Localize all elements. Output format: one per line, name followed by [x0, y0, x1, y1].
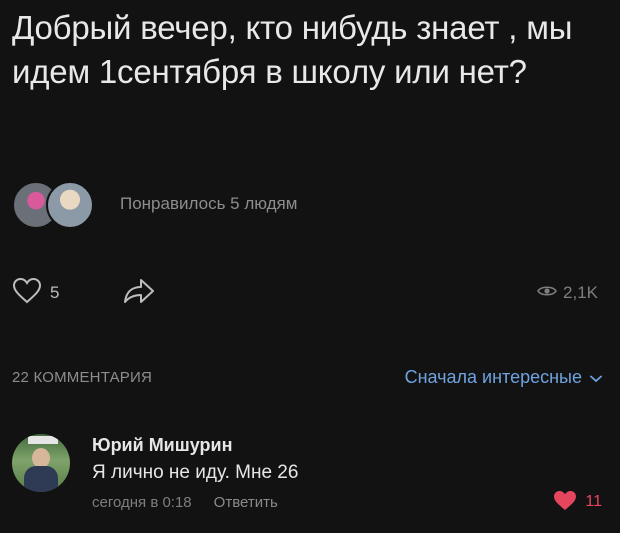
comment-like-button[interactable]: 11	[553, 490, 602, 515]
heart-filled-icon	[553, 490, 577, 515]
heart-outline-icon	[12, 277, 42, 310]
share-arrow-icon	[123, 277, 155, 310]
chevron-down-icon	[590, 367, 602, 388]
eye-icon	[537, 283, 557, 303]
post-text: Добрый вечер, кто нибудь знает , мы идем…	[12, 9, 573, 90]
comment-like-count: 11	[585, 493, 602, 510]
avatar[interactable]	[12, 434, 70, 492]
reply-button[interactable]: Ответить	[214, 494, 278, 511]
comment-time: сегодня в 0:18	[92, 493, 192, 511]
sort-dropdown[interactable]: Сначала интересные	[405, 367, 602, 388]
like-count: 5	[50, 283, 60, 302]
comment-item: Юрий Мишурин Я лично не иду. Мне 26 сего…	[12, 432, 602, 528]
post-actions: 5 2,1K	[12, 276, 598, 310]
like-button[interactable]: 5	[12, 277, 59, 310]
avatar	[46, 181, 94, 229]
comments-header: 22 КОММЕНТАРИЯ Сначала интересные	[12, 362, 602, 392]
comment-author[interactable]: Юрий Мишурин	[92, 432, 602, 458]
likes-summary[interactable]: Понравилось 5 людям	[12, 180, 298, 229]
sort-label: Сначала интересные	[404, 366, 582, 387]
liker-avatars	[12, 181, 100, 229]
likes-text: Понравилось 5 людям	[120, 194, 298, 213]
comment-content: Юрий Мишурин Я лично не иду. Мне 26 сего…	[92, 432, 602, 516]
comment-text: Я лично не иду. Мне 26	[92, 462, 299, 483]
comment-meta: сегодня в 0:18 Ответить 11	[92, 488, 602, 516]
share-button[interactable]	[123, 277, 155, 310]
views-count: 2,1K	[563, 283, 598, 302]
views-counter: 2,1K	[537, 283, 598, 303]
comments-count: 22 КОММЕНТАРИЯ	[12, 368, 153, 386]
